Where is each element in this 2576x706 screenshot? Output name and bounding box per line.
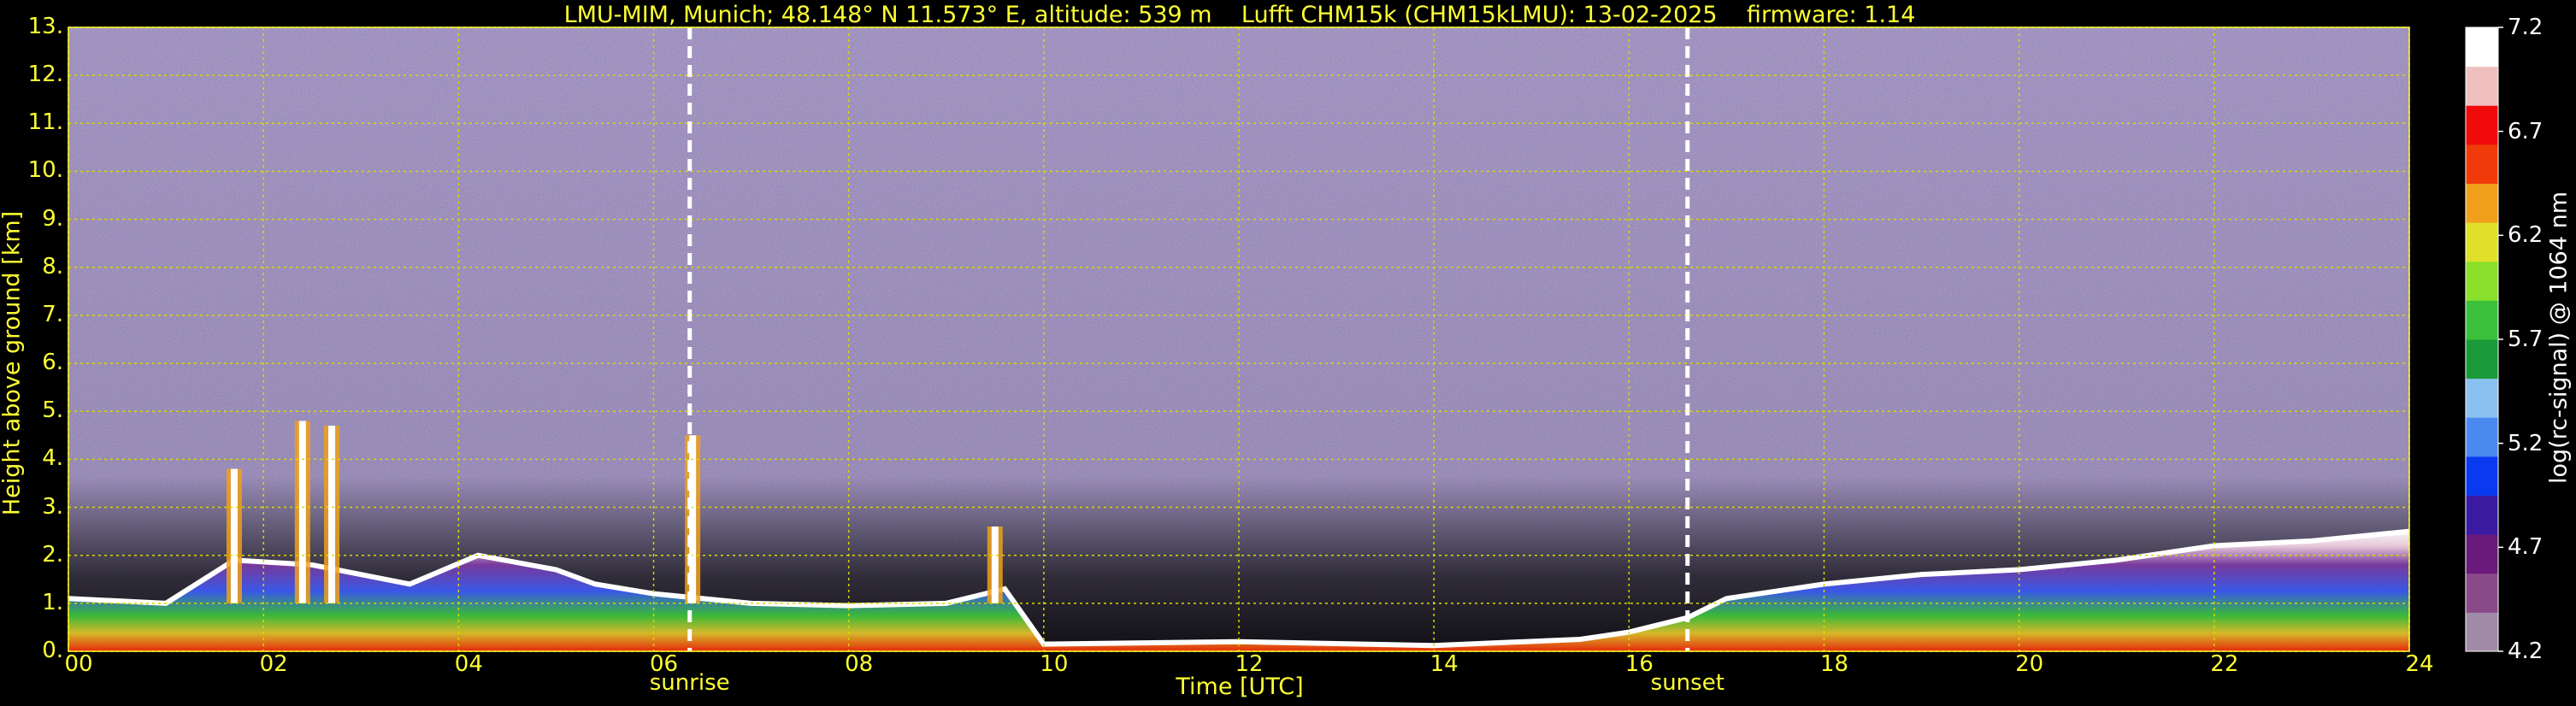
colorbar-segment: [2466, 612, 2498, 652]
ceilometer-heatmap: [68, 26, 2503, 652]
cloud-plume-core-4: [991, 527, 999, 603]
colorbar-segment: [2466, 495, 2498, 535]
cloud-plume-core-0: [230, 468, 238, 603]
x-tick-label: 00: [64, 651, 93, 677]
colorbar-segment: [2466, 573, 2498, 613]
x-tick-label: 18: [1819, 651, 1849, 677]
colorbar-segment: [2466, 261, 2498, 301]
x-tick-label: 16: [1624, 651, 1653, 677]
colorbar-segment: [2466, 534, 2498, 574]
colorbar-tick-label: 6.7: [2508, 118, 2544, 144]
x-tick-label: 02: [259, 651, 288, 677]
x-tick-label: 24: [2405, 651, 2434, 677]
colorbar-segment: [2466, 144, 2498, 184]
event-label-sunrise: sunrise: [649, 670, 730, 696]
cloud-plume-core-1: [298, 421, 306, 603]
colorbar-segment: [2466, 417, 2498, 457]
colorbar-tick-label: 4.2: [2508, 638, 2544, 664]
chart-title: LMU-MIM, Munich; 48.148° N 11.573° E, al…: [563, 2, 1916, 28]
y-tick-label: 6.: [42, 350, 63, 376]
x-tick-label: 08: [845, 651, 874, 677]
x-tick-label: 12: [1235, 651, 1264, 677]
colorbar-tick-label: 6.2: [2508, 222, 2544, 249]
colorbar-segment: [2466, 183, 2498, 223]
colorbar-segment: [2466, 456, 2498, 496]
cloud-plume-core-2: [328, 426, 336, 603]
y-tick-label: 4.: [42, 445, 63, 472]
colorbar-tick-label: 5.7: [2508, 327, 2544, 352]
x-tick-label: 20: [2015, 651, 2044, 677]
x-tick-label: 04: [454, 651, 483, 677]
colorbar-label: log(rc-signal) @ 1064 nm: [2545, 191, 2573, 485]
y-tick-label: 2.: [42, 541, 63, 568]
colorbar-segment: [2466, 66, 2498, 106]
plot-area: [68, 26, 2410, 652]
y-tick-label: 1.: [42, 589, 63, 615]
y-tick-label: 3.: [42, 493, 63, 520]
event-label-sunset: sunset: [1650, 670, 1724, 696]
colorbar-tick-label: 5.2: [2508, 430, 2544, 456]
x-tick-label: 22: [2210, 651, 2239, 677]
y-tick-label: 13.: [27, 14, 63, 39]
colorbar-segment: [2466, 339, 2498, 379]
colorbar-segment: [2466, 27, 2498, 68]
colorbar-tick-label: 7.2: [2508, 15, 2544, 40]
colorbar-segment: [2466, 105, 2498, 145]
x-axis-label: Time [UTC]: [1176, 674, 1304, 700]
y-tick-label: 9.: [42, 205, 63, 232]
x-tick-label: 14: [1429, 651, 1459, 677]
y-tick-label: 0.: [42, 638, 63, 663]
colorbar-tick-label: 4.7: [2508, 534, 2544, 561]
colorbar-segment: [2466, 378, 2498, 418]
y-tick-label: 10.: [27, 157, 63, 184]
y-tick-label: 11.: [27, 109, 63, 136]
y-tick-label: 7.: [42, 301, 63, 327]
y-tick-label: 5.: [42, 397, 63, 424]
y-tick-label: 8.: [42, 253, 63, 279]
colorbar-segment: [2466, 300, 2498, 340]
x-tick-label: 10: [1040, 651, 1069, 677]
y-tick-label: 12.: [27, 62, 63, 88]
colorbar: [2465, 26, 2503, 652]
colorbar-segment: [2466, 222, 2498, 262]
